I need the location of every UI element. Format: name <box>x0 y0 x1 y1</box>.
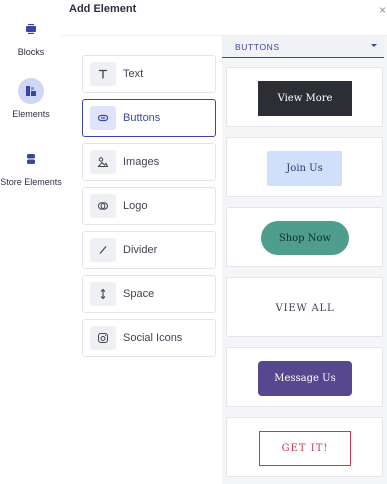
element-item-logo[interactable]: Logo <box>82 187 216 225</box>
element-item-label: Text <box>123 68 144 80</box>
element-item-social-icons[interactable]: Social Icons <box>82 319 216 357</box>
social-icon <box>90 326 116 350</box>
image-icon <box>90 150 116 174</box>
button-preview: Message Us <box>258 361 352 396</box>
element-item-label: Logo <box>123 200 148 212</box>
caret-down-icon <box>371 44 377 47</box>
element-item-divider[interactable]: Divider <box>82 231 216 269</box>
left-rail: Blocks Elements Store Elements <box>0 0 62 484</box>
element-list: Text Buttons Images Logo Divider Space S… <box>82 55 216 363</box>
button-preview: View More <box>258 81 352 116</box>
element-item-label: Space <box>123 288 155 300</box>
sidebar-item-label: Blocks <box>17 47 45 57</box>
element-item-label: Divider <box>123 244 158 256</box>
element-item-label: Buttons <box>123 112 161 124</box>
button-preview: Shop Now <box>261 221 349 255</box>
button-preset-card[interactable]: Shop Now <box>226 207 383 267</box>
divider-icon <box>90 238 116 262</box>
category-dropdown[interactable]: BUTTONS <box>222 36 384 58</box>
element-item-space[interactable]: Space <box>82 275 216 313</box>
close-icon[interactable]: × <box>379 3 386 17</box>
element-item-buttons[interactable]: Buttons <box>82 99 216 137</box>
button-preview: VIEW ALL <box>275 302 335 314</box>
sidebar-item-blocks[interactable]: Blocks <box>0 16 62 57</box>
sidebar-item-label: Store Elements <box>0 177 62 187</box>
element-item-images[interactable]: Images <box>82 143 216 181</box>
button-preset-card[interactable]: GET IT! <box>226 417 383 477</box>
panel-title: Add Element <box>69 3 137 15</box>
sidebar-item-store-elements[interactable]: Store Elements <box>0 146 62 187</box>
button-preset-card[interactable]: VIEW ALL <box>226 277 383 337</box>
link-icon <box>90 106 116 130</box>
button-preview: Join Us <box>267 151 342 186</box>
space-icon <box>90 282 116 306</box>
text-icon <box>90 62 116 86</box>
element-item-text[interactable]: Text <box>82 55 216 93</box>
logo-icon <box>90 194 116 218</box>
sidebar-item-label: Elements <box>12 109 50 119</box>
element-item-label: Social Icons <box>123 332 183 344</box>
button-preset-card[interactable]: Join Us <box>226 137 383 197</box>
category-dropdown-label: BUTTONS <box>235 41 280 52</box>
button-preset-card[interactable]: Message Us <box>226 347 383 407</box>
elements-icon <box>18 78 44 104</box>
element-item-label: Images <box>123 156 160 168</box>
sidebar-item-elements[interactable]: Elements <box>0 78 62 119</box>
button-preset-card[interactable]: View More <box>226 67 383 127</box>
store-elements-icon <box>18 146 44 172</box>
blocks-icon <box>18 16 44 42</box>
button-preview: GET IT! <box>259 431 351 466</box>
